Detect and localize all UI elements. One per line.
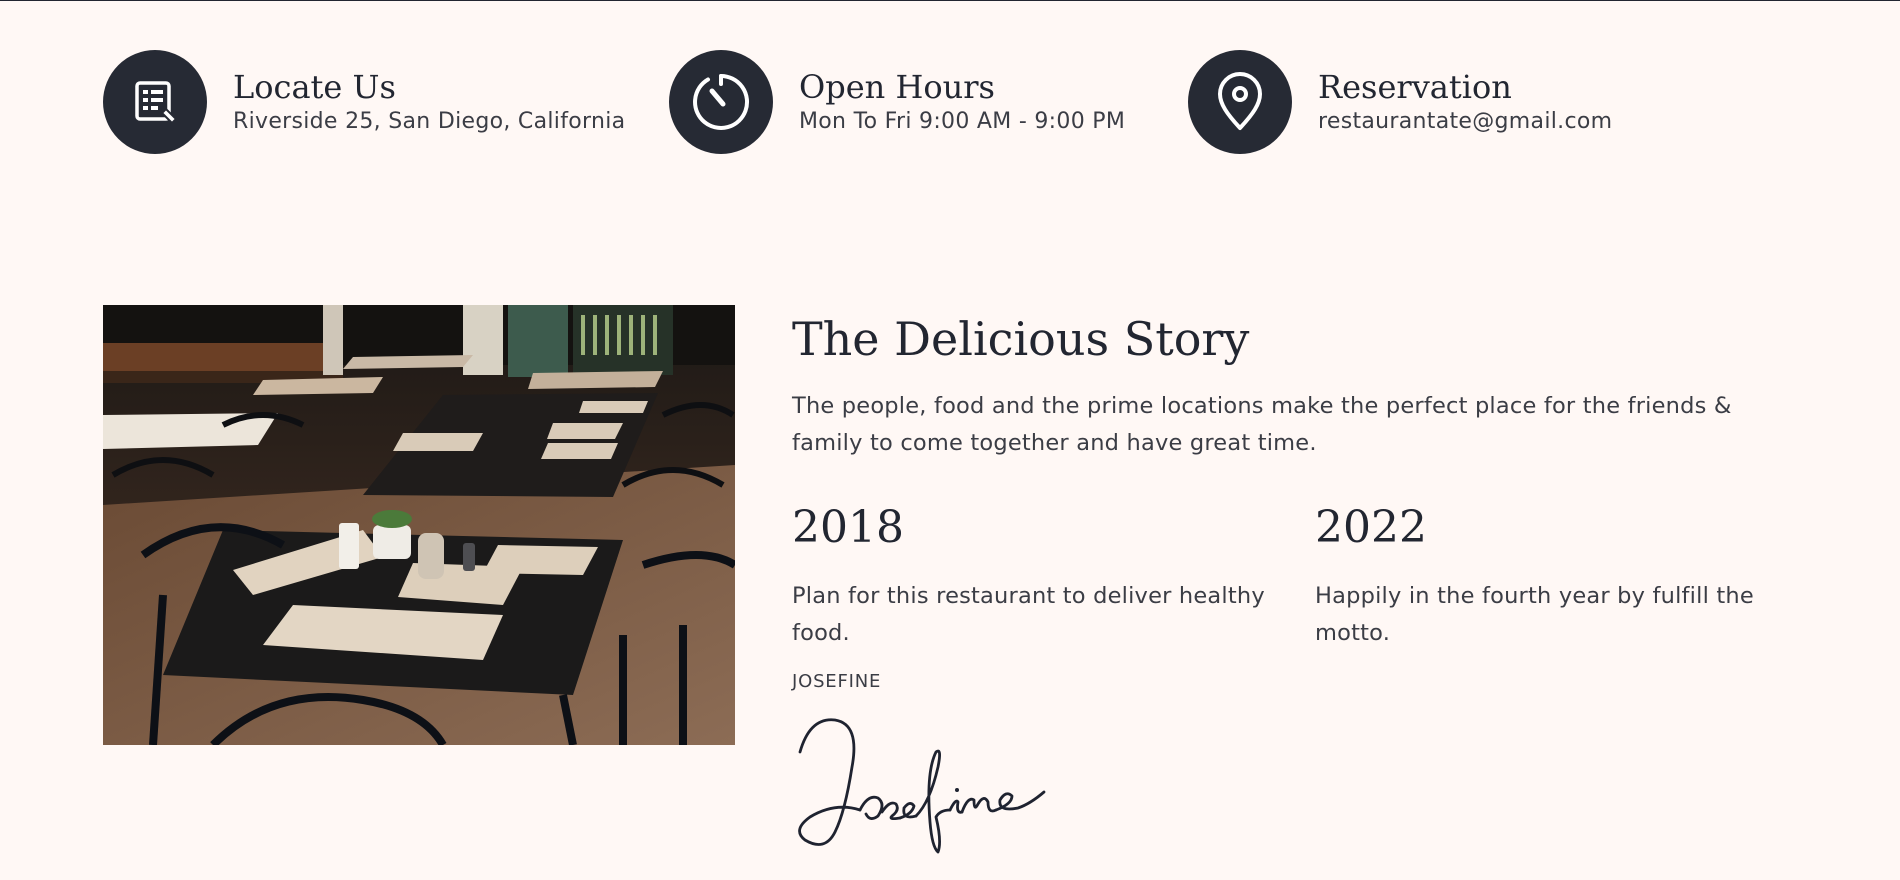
info-open-hours: Open Hours Mon To Fri 9:00 AM - 9:00 PM — [669, 50, 1125, 154]
clock-icon — [669, 50, 773, 154]
info-email-link[interactable]: restaurantate@gmail.com — [1318, 107, 1612, 137]
info-locate-us: Locate Us Riverside 25, San Diego, Calif… — [103, 50, 625, 154]
location-pin-icon — [1188, 50, 1292, 154]
info-hours-text: Mon To Fri 9:00 AM - 9:00 PM — [799, 109, 1126, 134]
menu-list-icon — [103, 50, 207, 154]
info-address: Riverside 25, San Diego, California — [233, 109, 626, 134]
milestone-text: Plan for this restaurant to deliver heal… — [792, 583, 1265, 646]
info-reservation: Reservation restaurantate@gmail.com — [1188, 50, 1612, 154]
info-title: Locate Us — [233, 68, 396, 106]
restaurant-photo — [103, 305, 735, 745]
story-description: The people, food and the prime locations… — [792, 393, 1732, 456]
story-title: The Delicious Story — [792, 312, 1250, 366]
info-title: Reservation — [1318, 68, 1512, 106]
milestone-text: Happily in the fourth year by fulfill th… — [1315, 583, 1754, 646]
info-title: Open Hours — [799, 68, 995, 106]
milestone-year: 2018 — [792, 502, 904, 553]
top-border — [0, 0, 1900, 1]
author-name: JOSEFINE — [792, 671, 882, 692]
milestone-year: 2022 — [1315, 502, 1427, 553]
signature — [790, 712, 1050, 862]
